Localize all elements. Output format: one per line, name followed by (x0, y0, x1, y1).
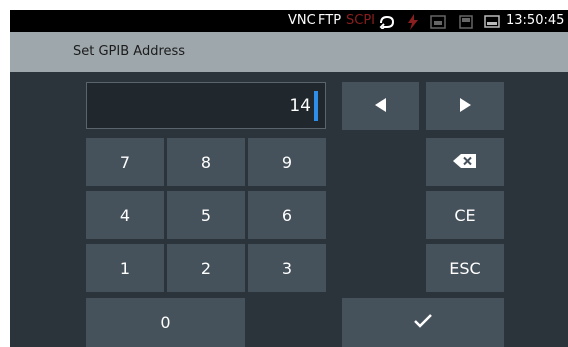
value-display[interactable]: 14 (86, 82, 326, 129)
key-7[interactable]: 7 (86, 138, 164, 186)
backspace-icon (453, 153, 477, 172)
key-5[interactable]: 5 (167, 191, 245, 239)
status-bar: VNC FTP SCPI 13:50:45 (10, 10, 568, 32)
arrow-right-icon (459, 97, 471, 116)
display-value: 14 (289, 96, 311, 116)
clock: 13:50:45 (506, 13, 565, 28)
scpi-status: SCPI (346, 13, 376, 28)
lightning-icon (407, 14, 419, 34)
cursor-right-button[interactable] (426, 82, 504, 130)
clear-entry-button[interactable]: CE (426, 191, 504, 239)
ethernet-icon (430, 14, 446, 33)
key-9[interactable]: 9 (248, 138, 326, 186)
confirm-button[interactable] (342, 298, 504, 347)
key-4[interactable]: 4 (86, 191, 164, 239)
key-2[interactable]: 2 (167, 244, 245, 292)
escape-button[interactable]: ESC (426, 244, 504, 292)
dialog-title-bar: Set GPIB Address (10, 32, 568, 72)
storage-icon (459, 14, 473, 33)
cursor-left-button[interactable] (342, 82, 419, 130)
key-0[interactable]: 0 (86, 298, 245, 347)
arrow-left-icon (374, 97, 387, 116)
key-8[interactable]: 8 (167, 138, 245, 186)
ftp-status: FTP (318, 13, 342, 28)
vnc-status: VNC (288, 13, 316, 28)
remote-loop-icon (378, 14, 396, 33)
backspace-button[interactable] (426, 138, 504, 186)
display-icon (484, 14, 500, 33)
text-cursor (314, 91, 318, 121)
key-3[interactable]: 3 (248, 244, 326, 292)
keypad-panel: 14 7 8 9 4 5 6 CE 1 2 3 ESC 0 (10, 72, 568, 347)
key-1[interactable]: 1 (86, 244, 164, 292)
key-6[interactable]: 6 (248, 191, 326, 239)
checkmark-icon (414, 313, 432, 332)
app-window: VNC FTP SCPI 13:50:45 Set GPIB Address 1… (10, 10, 568, 347)
dialog-title: Set GPIB Address (73, 44, 186, 59)
